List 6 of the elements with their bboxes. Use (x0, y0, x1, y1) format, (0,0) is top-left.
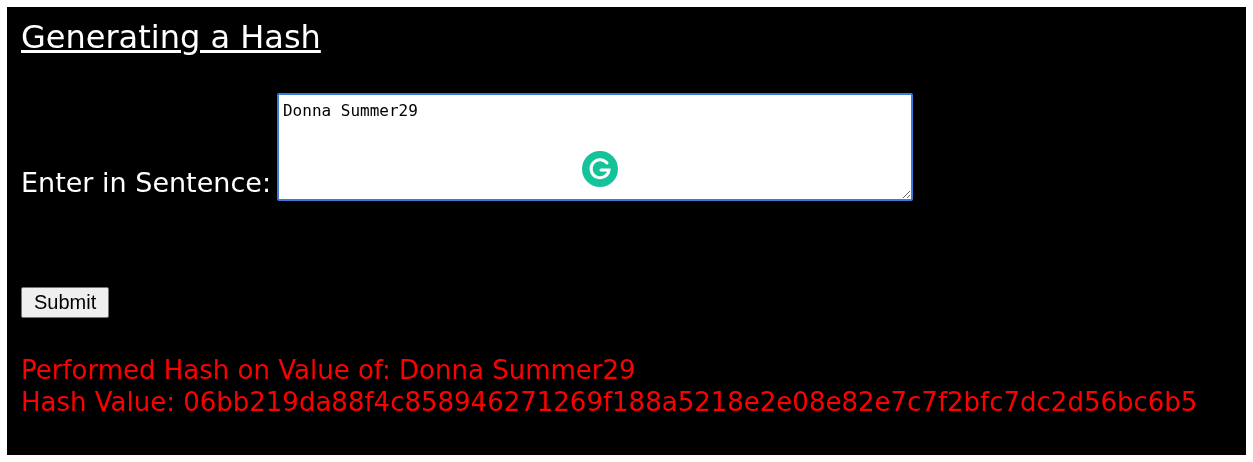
field-label: Enter in Sentence: (21, 167, 271, 200)
result-text: Performed Hash on Value of: Donna Summer29 (21, 354, 636, 386)
page-title: Generating a Hash (21, 17, 321, 57)
submit-button[interactable]: Submit (21, 287, 110, 318)
sentence-input[interactable]: Donna Summer29 (277, 93, 913, 201)
result-text: Hash Value: 06bb219da88f4c858946271269f188a5218e2e08e82e7c7f2bfc7dc2d56bc6b5 (21, 386, 1198, 418)
